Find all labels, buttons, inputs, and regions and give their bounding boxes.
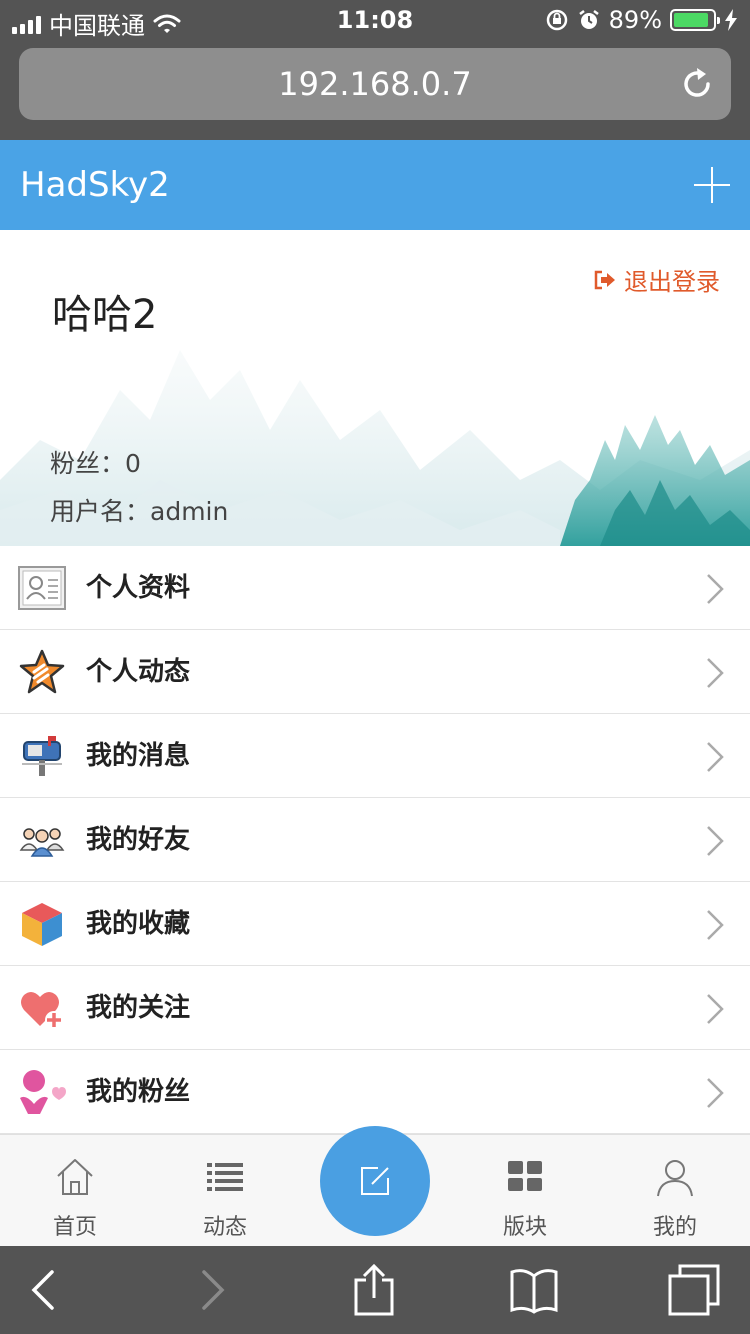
chevron-right-icon (707, 826, 724, 856)
chevron-right-icon (707, 574, 724, 604)
back-icon[interactable] (18, 1264, 70, 1316)
app-title: HadSky2 (20, 165, 170, 205)
menu-item-friends[interactable]: 我的好友 (0, 798, 750, 882)
status-bar: 中国联通 11:08 89% (0, 0, 750, 40)
battery-percent: 89% (608, 6, 662, 34)
menu-item-following[interactable]: 我的关注 (0, 966, 750, 1050)
browser-address-area: 192.168.0.7 (0, 40, 750, 140)
menu-item-label: 我的收藏 (86, 909, 191, 939)
logout-label: 退出登录 (624, 268, 720, 296)
tab-activity[interactable]: 动态 (150, 1135, 300, 1247)
url-text[interactable]: 192.168.0.7 (19, 48, 731, 120)
browser-toolbar (0, 1246, 750, 1334)
fan-person-icon (20, 1070, 66, 1114)
menu-item-profile[interactable]: 个人资料 (0, 546, 750, 630)
username-info: 用户名：admin (50, 497, 229, 526)
reload-icon[interactable] (679, 66, 715, 102)
status-right: 89% (545, 6, 738, 34)
star-icon (19, 649, 65, 694)
profile-card: 哈哈2 退出登录 粉丝：0 用户名：admin (0, 230, 750, 546)
address-bar[interactable]: 192.168.0.7 (19, 48, 731, 120)
tab-mine[interactable]: 我的 (600, 1135, 750, 1247)
tab-label: 首页 (52, 1215, 97, 1240)
menu-item-fans[interactable]: 我的粉丝 (0, 1050, 750, 1134)
battery-level (674, 13, 708, 27)
alarm-icon (578, 10, 599, 29)
grid-icon (508, 1161, 542, 1191)
tabs-icon[interactable] (668, 1264, 720, 1316)
profile-name: 哈哈2 (52, 292, 158, 338)
logout-button[interactable]: 退出登录 (594, 262, 720, 297)
menu-item-label: 我的好友 (86, 825, 191, 855)
battery-icon (670, 9, 720, 31)
menu-item-label: 个人动态 (86, 657, 191, 687)
chevron-right-icon (707, 742, 724, 772)
profile-card-icon (18, 566, 66, 610)
heart-plus-icon (21, 991, 63, 1029)
home-icon (57, 1159, 93, 1195)
cube-icon (22, 903, 62, 946)
logout-icon (594, 270, 615, 289)
menu-item-favorites[interactable]: 我的收藏 (0, 882, 750, 966)
chevron-right-icon (707, 658, 724, 688)
mailbox-icon (22, 736, 62, 776)
tab-home[interactable]: 首页 (0, 1135, 150, 1247)
user-icon (657, 1160, 693, 1197)
share-icon[interactable] (348, 1264, 400, 1316)
menu-item-activity[interactable]: 个人动态 (0, 630, 750, 714)
list-icon (207, 1163, 243, 1191)
bookmarks-icon[interactable] (508, 1264, 560, 1316)
menu-item-label: 个人资料 (86, 573, 191, 603)
chevron-right-icon (707, 994, 724, 1024)
tab-label: 版块 (502, 1215, 547, 1240)
chevron-right-icon (707, 910, 724, 940)
tab-boards[interactable]: 版块 (450, 1135, 600, 1247)
plus-icon[interactable] (694, 167, 730, 203)
rotation-lock-icon (546, 9, 567, 31)
menu-item-messages[interactable]: 我的消息 (0, 714, 750, 798)
app-header: HadSky2 (0, 140, 750, 230)
fans-count: 粉丝：0 (50, 449, 141, 478)
tab-label: 我的 (652, 1215, 697, 1240)
menu-item-label: 我的消息 (86, 741, 191, 771)
menu-list: 个人资料 个人动态 我的消息 我的好友 我的收藏 我的关注 我的粉丝 (0, 546, 750, 1134)
tab-label: 动态 (202, 1215, 247, 1240)
compose-icon (361, 1167, 389, 1195)
forward-icon[interactable] (186, 1264, 238, 1316)
charging-bolt-icon (725, 9, 737, 31)
menu-item-label: 我的粉丝 (86, 1077, 191, 1107)
friends-icon (19, 828, 65, 857)
chevron-right-icon (707, 1078, 724, 1108)
menu-item-label: 我的关注 (86, 993, 191, 1023)
compose-button[interactable] (320, 1126, 430, 1236)
